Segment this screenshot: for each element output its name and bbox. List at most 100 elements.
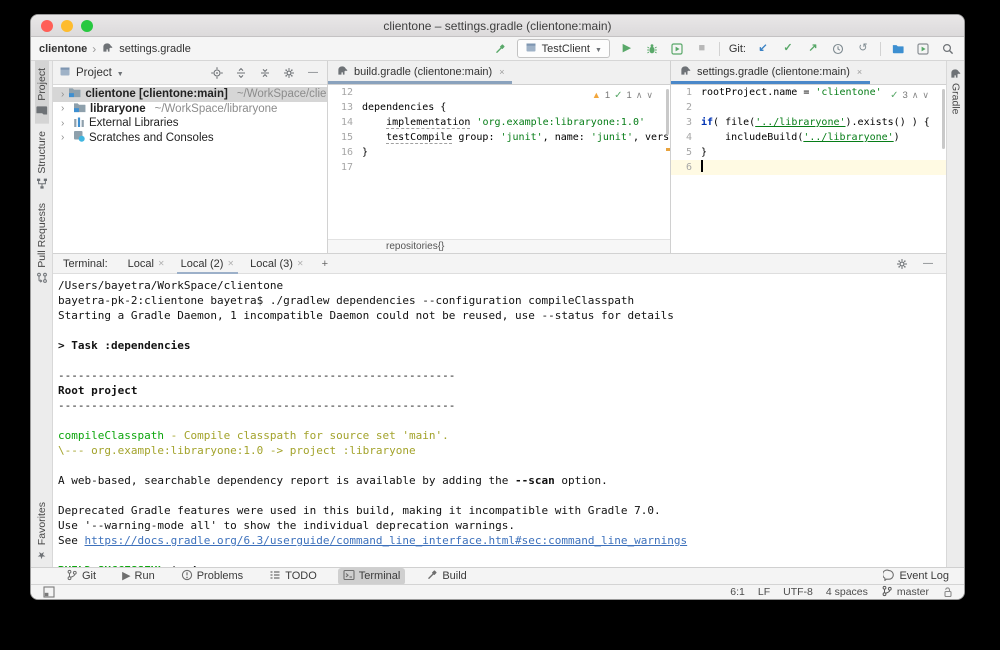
- module-folder-icon: [73, 102, 86, 116]
- tab-title: settings.gradle (clientone:main): [697, 66, 850, 78]
- editor-settings-gradle[interactable]: 1 rootProject.name = 'clientone' 2 3 if( fil…: [671, 85, 946, 253]
- expand-chevron-icon[interactable]: ›: [61, 118, 69, 129]
- tab-settings-gradle[interactable]: settings.gradle (clientone:main) ×: [671, 60, 871, 84]
- tool-window-button-build[interactable]: Build: [421, 568, 471, 585]
- status-item[interactable]: UTF-8: [783, 586, 813, 598]
- tree-row[interactable]: › Scratches and Consoles: [53, 131, 327, 146]
- settings-icon[interactable]: [281, 65, 297, 81]
- terminal-settings-icon[interactable]: [894, 256, 910, 272]
- todo-icon: [269, 569, 281, 584]
- new-terminal-tab-button[interactable]: +: [322, 258, 328, 270]
- run-config-icon: [525, 41, 537, 56]
- project-structure-icon[interactable]: [890, 41, 906, 57]
- build-hammer-icon[interactable]: [492, 41, 508, 57]
- debug-icon[interactable]: [644, 41, 660, 57]
- rollback-icon[interactable]: ↺: [855, 41, 871, 57]
- terminal-line: /Users/bayetra/WorkSpace/clientone: [58, 279, 284, 292]
- tool-windows-icon[interactable]: [41, 584, 57, 599]
- run-configuration-select[interactable]: TestClient ▼: [516, 39, 610, 58]
- prev-problem-icon[interactable]: ∧: [912, 88, 919, 103]
- expand-chevron-icon[interactable]: ›: [61, 89, 64, 100]
- terminal-link[interactable]: https://docs.gradle.org/6.3/userguide/co…: [85, 534, 688, 547]
- tool-window-button-terminal[interactable]: Terminal: [337, 567, 406, 585]
- coverage-icon[interactable]: [669, 41, 685, 57]
- close-icon[interactable]: ✕: [297, 259, 304, 268]
- editor-scrollbar[interactable]: [666, 89, 669, 135]
- tool-strip-item-gradle[interactable]: Gradle: [948, 61, 963, 122]
- terminal-panel: Terminal: Local ✕ Local (2) ✕ Local (3) ✕ + —…: [53, 253, 946, 567]
- collapse-all-icon[interactable]: [257, 65, 273, 81]
- tool-strip-item-project[interactable]: Project: [34, 61, 49, 124]
- readonly-lock-icon[interactable]: [942, 586, 954, 598]
- close-icon[interactable]: ×: [857, 67, 862, 77]
- editor-breadcrumb-bar[interactable]: repositories{}: [328, 239, 670, 253]
- terminal-output[interactable]: /Users/bayetra/WorkSpace/clientone bayetr…: [53, 274, 946, 567]
- code-line: 15 testCompile group: 'junit', name: 'ju…: [328, 130, 670, 145]
- expand-all-icon[interactable]: [233, 65, 249, 81]
- breadcrumb-item[interactable]: repositories{}: [386, 241, 444, 252]
- code-line: 4 includeBuild('../libraryone'): [671, 130, 946, 145]
- close-icon[interactable]: ✕: [227, 259, 234, 268]
- tool-window-button-problems[interactable]: Problems: [176, 568, 248, 585]
- tool-window-button-todo[interactable]: TODO: [264, 568, 322, 585]
- breadcrumb-item[interactable]: clientone: [39, 43, 87, 55]
- tab-build-gradle[interactable]: build.gradle (clientone:main) ×: [328, 60, 513, 84]
- push-icon[interactable]: ↗: [805, 41, 821, 57]
- tree-row[interactable]: › External Libraries: [53, 116, 327, 131]
- expand-chevron-icon[interactable]: ›: [61, 103, 69, 114]
- status-item[interactable]: LF: [758, 586, 770, 598]
- ok-count: 1: [626, 90, 632, 101]
- editor-pane-left: build.gradle (clientone:main) × 12 13 depe…: [328, 61, 671, 253]
- tool-strip-label: Project: [35, 68, 48, 101]
- inspection-widget[interactable]: ▲ 1 ✓ 1 ∧ ∨: [588, 88, 656, 103]
- update-project-icon[interactable]: ↙: [755, 41, 771, 57]
- expand-chevron-icon[interactable]: ›: [61, 132, 69, 143]
- stop-icon[interactable]: ■: [694, 41, 710, 57]
- editor-scrollbar[interactable]: [942, 89, 945, 149]
- next-problem-icon[interactable]: ∨: [646, 88, 653, 103]
- tree-item-label: External Libraries: [89, 117, 179, 130]
- chevron-down-icon[interactable]: ▼: [117, 67, 124, 79]
- tool-window-button-git[interactable]: Git: [61, 568, 101, 585]
- search-everywhere-icon[interactable]: [940, 41, 956, 57]
- close-icon[interactable]: ×: [499, 67, 504, 77]
- tree-row[interactable]: › clientone [clientone:main] ~/WorkSpace/c…: [53, 87, 327, 102]
- status-item[interactable]: 4 spaces: [826, 586, 868, 598]
- tool-strip-item-pull-requests[interactable]: Pull Requests: [35, 196, 49, 291]
- line-number: 5: [685, 147, 692, 158]
- module-folder-icon: [68, 87, 81, 101]
- next-problem-icon[interactable]: ∨: [922, 88, 929, 103]
- history-icon[interactable]: [830, 41, 846, 57]
- tool-window-label: Git: [82, 570, 97, 582]
- close-icon[interactable]: ✕: [158, 259, 165, 268]
- status-item[interactable]: 6:1: [730, 586, 745, 598]
- locate-icon[interactable]: [209, 65, 225, 81]
- terminal-line: Starting a Gradle Daemon, 1 incompatible…: [58, 309, 674, 322]
- editor-build-gradle[interactable]: 12 13 dependencies {14 implementation 'org…: [328, 85, 670, 239]
- tool-strip-item-favorites[interactable]: ★ Favorites: [35, 495, 49, 567]
- tool-window-button-run[interactable]: ▶ Run: [117, 569, 160, 583]
- hide-terminal-icon[interactable]: —: [920, 256, 936, 272]
- terminal-tab-local3[interactable]: Local (3) ✕: [242, 254, 312, 274]
- breadcrumb-item[interactable]: settings.gradle: [119, 43, 191, 55]
- tool-strip-item-structure[interactable]: Structure: [35, 124, 49, 197]
- inspection-widget[interactable]: ✓ 3 ∧ ∨: [887, 88, 932, 103]
- run-anything-icon[interactable]: [915, 41, 931, 57]
- project-panel-header: Project ▼ —: [53, 61, 327, 85]
- terminal-tab-local[interactable]: Local ✕: [120, 254, 173, 274]
- terminal-line: ----------------------------------------…: [58, 369, 456, 382]
- git-branch-widget[interactable]: master: [881, 585, 929, 600]
- terminal-tab-local2[interactable]: Local (2) ✕: [173, 254, 243, 274]
- commit-icon[interactable]: ✓: [780, 41, 796, 57]
- tree-row[interactable]: › libraryone ~/WorkSpace/libraryone: [53, 102, 327, 117]
- tab-underline: [328, 81, 513, 84]
- event-log-button[interactable]: Event Log: [878, 568, 954, 585]
- status-bar: 6:1 LF UTF-8 4 spaces master: [31, 584, 964, 599]
- prev-problem-icon[interactable]: ∧: [636, 88, 643, 103]
- divider: [880, 41, 881, 56]
- hide-panel-icon[interactable]: —: [305, 65, 321, 81]
- title-bar[interactable]: clientone – settings.gradle (clientone:m…: [31, 15, 964, 37]
- project-panel-title[interactable]: Project: [76, 67, 112, 79]
- run-icon[interactable]: ▶: [619, 41, 635, 57]
